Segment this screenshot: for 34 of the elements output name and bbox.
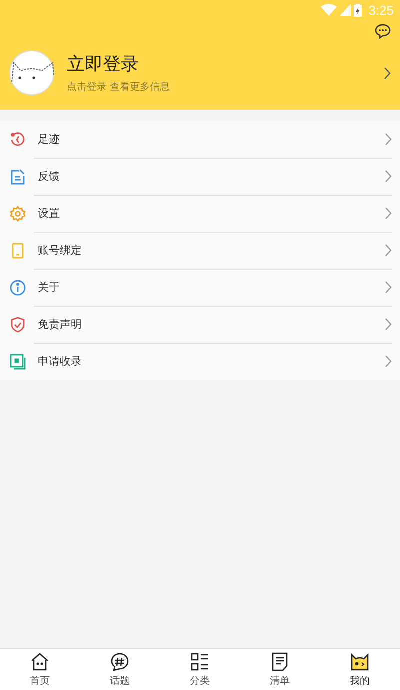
menu-item[interactable]: 免责声明 (0, 306, 400, 343)
document-icon (270, 652, 290, 672)
clock-time: 3:25 (368, 2, 394, 18)
chevron-icon (385, 318, 392, 331)
cat-face-icon (350, 652, 370, 672)
login-subtitle: 点击登录 查看更多信息 (67, 80, 172, 94)
signal-icon (340, 4, 351, 16)
chevron-icon (385, 170, 392, 183)
menu-item[interactable]: 关于 (0, 269, 400, 306)
battery-icon (354, 4, 362, 16)
chevron-icon (385, 207, 392, 220)
nav-tab[interactable]: 分类 (160, 649, 240, 690)
nav-tab[interactable]: 首页 (0, 649, 80, 690)
message-icon[interactable] (375, 24, 391, 38)
menu-item[interactable]: 申请收录 (0, 343, 400, 380)
login-row[interactable]: 立即登录 点击登录 查看更多信息 (0, 42, 400, 110)
menu-item[interactable]: 账号绑定 (0, 232, 400, 269)
hashtag-icon (110, 652, 130, 672)
nav-tab[interactable]: 清单 (240, 649, 320, 690)
chevron-icon (385, 244, 392, 257)
nav-tab[interactable]: 话题 (80, 649, 160, 690)
chevron-icon (385, 133, 392, 146)
menu-item[interactable]: 设置 (0, 195, 400, 232)
wifi-icon (320, 4, 337, 16)
home-icon (30, 652, 50, 672)
chevron-icon (385, 355, 392, 368)
avatar-icon (9, 50, 55, 96)
menu-item[interactable]: 反馈 (0, 158, 400, 195)
nav-tab[interactable]: 我的 (320, 649, 400, 690)
login-title: 立即登录 (67, 53, 140, 76)
grid-icon (190, 652, 210, 672)
menu-item[interactable]: 足迹 (0, 121, 400, 158)
chevron-icon (385, 281, 392, 294)
chevron-icon (384, 66, 391, 80)
